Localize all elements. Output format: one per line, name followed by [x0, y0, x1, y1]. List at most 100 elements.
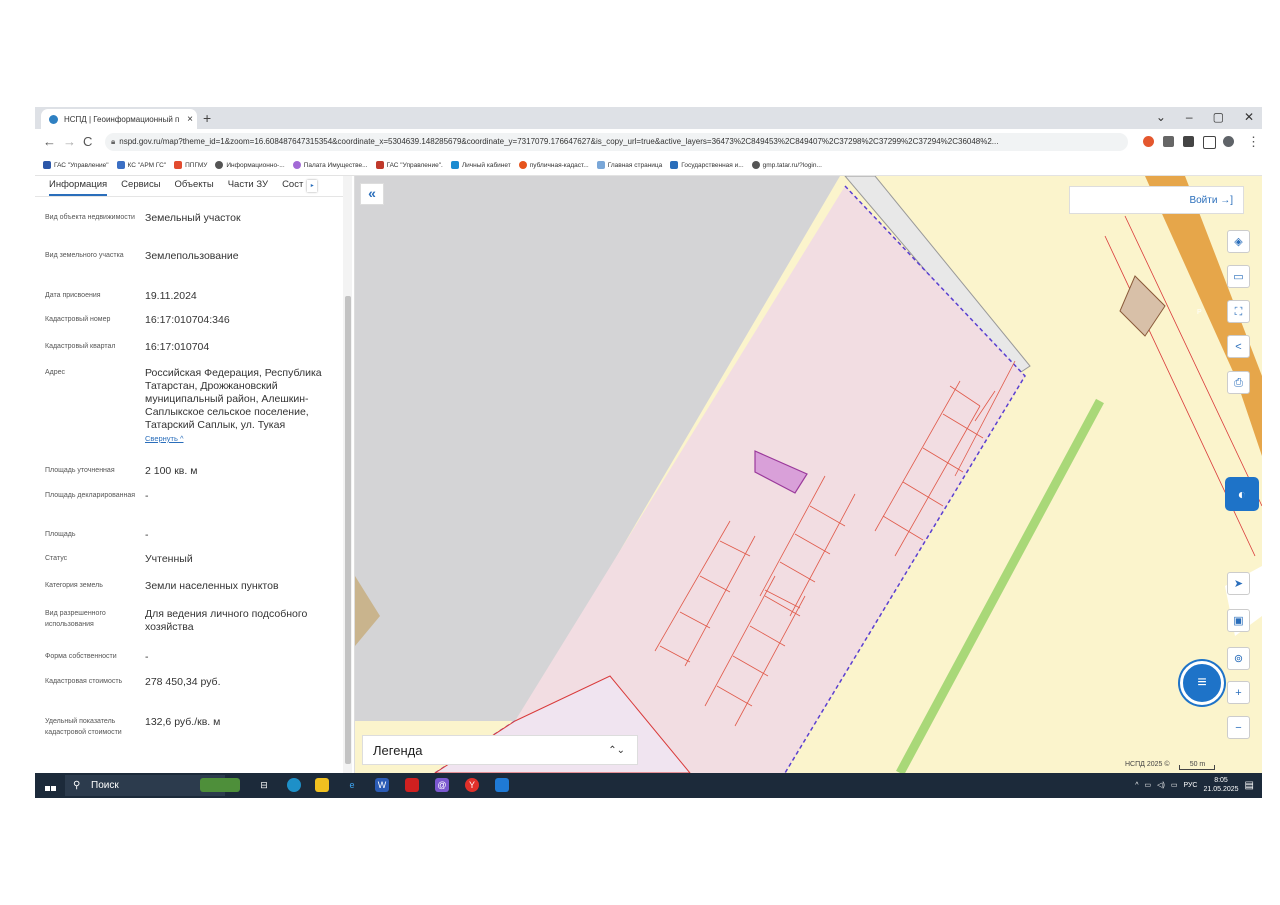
tab-parts[interactable]: Части ЗУ [228, 176, 268, 196]
tabs-scroll-right-icon[interactable]: ▸ [307, 180, 318, 192]
bookmark-icon [450, 161, 459, 169]
bookmark[interactable]: gmp.tatar.ru/?login... [751, 161, 822, 169]
bookmark[interactable]: Главная страница [596, 161, 662, 169]
bookmark[interactable]: Личный кабинет [450, 161, 511, 169]
tab-composition[interactable]: Сост [282, 176, 303, 196]
bookmark[interactable]: ППГМУ [174, 161, 207, 169]
back-icon[interactable]: ← [43, 134, 56, 149]
tab-title: НСПД | Геоинформационный п [64, 114, 180, 124]
forward-icon[interactable]: → [63, 134, 76, 149]
nspd-logo-icon[interactable]: ◐ [1225, 477, 1259, 511]
maximize-button[interactable]: ▢ [1213, 110, 1224, 124]
bookmark[interactable]: публичная-кадаст... [518, 161, 589, 169]
bookmark[interactable]: ГАС "Управление" [43, 161, 109, 169]
zoom-in-button[interactable]: + [1227, 681, 1250, 704]
screen: НСПД | Геоинформационный п × + ⌄ – ▢ ✕ ←… [35, 107, 1262, 798]
field-row: Кадастровый номер 16:17:010704:346 [45, 314, 230, 326]
chat-icon[interactable]: ≡ [1180, 661, 1224, 705]
bookmark-icon [116, 161, 125, 169]
window-controls: ⌄ – ▢ ✕ [1156, 110, 1254, 124]
weather-widget-icon[interactable] [200, 778, 240, 792]
lock-icon: 🔒︎ [111, 137, 116, 146]
search-location-icon[interactable]: ⊚ [1227, 647, 1250, 670]
field-row: Категория земель Земли населенных пунктов [45, 580, 279, 592]
menu-icon[interactable]: ⋮ [1247, 134, 1260, 150]
field-row: Вид объекта недвижимости Земельный участо… [45, 212, 241, 224]
tab-info[interactable]: Информация [49, 176, 108, 196]
new-tab-button[interactable]: + [203, 110, 211, 126]
notifications-icon[interactable]: ▤ [1245, 780, 1254, 791]
browser-tab[interactable]: НСПД | Геоинформационный п × [41, 109, 197, 129]
yandex-browser-icon[interactable]: Y [465, 778, 479, 792]
legend-label: Легенда [373, 743, 423, 758]
ruler-icon[interactable]: ▭ [1227, 265, 1250, 288]
close-window-button[interactable]: ✕ [1244, 110, 1254, 124]
bookmark[interactable]: Информационно-... [215, 161, 285, 169]
panel-scrollbar-thumb[interactable] [345, 296, 351, 764]
chevron-updown-icon: ⌃⌄ [608, 745, 625, 756]
bookmark-icon [596, 161, 605, 169]
bookmark-icon [292, 161, 301, 169]
edge-icon[interactable] [287, 778, 301, 792]
url-text: nspd.gov.ru/map?theme_id=1&zoom=16.60848… [119, 137, 999, 146]
zoom-out-button[interactable]: − [1227, 716, 1250, 739]
sidepanel-icon[interactable] [1203, 136, 1216, 149]
tab-services[interactable]: Сервисы [121, 176, 160, 196]
file-explorer-icon[interactable] [315, 778, 329, 792]
volume-icon[interactable]: ◁) [1157, 781, 1165, 789]
collapse-link[interactable]: Свернуть ^ [145, 434, 184, 443]
keyboard-icon[interactable]: ▭ [1171, 781, 1178, 789]
copyright-text: НСПД 2025 © [1125, 761, 1170, 768]
bookmark[interactable]: ГАС "Управление". [375, 161, 443, 169]
outlook-icon[interactable] [495, 778, 509, 792]
field-row: Удельный показатель кадастровой стоимост… [45, 716, 221, 736]
field-row: Площадь уточненная 2 100 кв. м [45, 465, 198, 477]
profile-icon[interactable] [1223, 136, 1234, 147]
login-button[interactable]: Войти →] [1069, 186, 1244, 214]
site-favicon-icon [49, 114, 58, 124]
legend-dropdown[interactable]: Легенда ⌃⌄ [362, 735, 638, 765]
clock[interactable]: 8:05 21.05.2025 [1204, 776, 1239, 794]
minimap-icon[interactable]: ▣ [1227, 609, 1250, 632]
acrobat-icon[interactable] [405, 778, 419, 792]
reload-icon[interactable]: C [83, 134, 92, 149]
field-row: Кадастровая стоимость 278 450,34 руб. [45, 676, 221, 688]
bookmark-icon [375, 161, 384, 169]
field-row: Площадь - [45, 529, 149, 541]
collapse-panel-button[interactable]: « [360, 183, 384, 205]
layers-icon[interactable]: ◈ [1227, 230, 1250, 253]
bookmark-icon [43, 161, 51, 169]
system-tray: ^ ▭ ◁) ▭ РУС 8:05 21.05.2025 ▤ [1135, 776, 1254, 794]
windows-start-icon[interactable] [45, 779, 57, 791]
tab-search-icon[interactable]: ⌄ [1156, 110, 1166, 124]
map-canvas[interactable]: Р [355, 176, 1262, 773]
url-bar[interactable]: 🔒︎ nspd.gov.ru/map?theme_id=1&zoom=16.608… [105, 133, 1128, 151]
field-row: Вид земельного участка Землепользование [45, 250, 239, 262]
extension-icon[interactable] [1163, 136, 1174, 147]
bookmark[interactable]: Государственная и... [670, 161, 744, 169]
bookmark[interactable]: Палата Имуществе... [292, 161, 368, 169]
select-area-icon[interactable]: ⛶ [1227, 300, 1250, 323]
task-view-icon[interactable]: ⊟ [257, 778, 271, 792]
taskbar-search-label: Поиск [91, 780, 119, 791]
bookmark-icon [751, 161, 760, 169]
field-row: Площадь декларированная - [45, 490, 149, 502]
extension-icon[interactable] [1143, 136, 1154, 147]
minimize-button[interactable]: – [1186, 110, 1193, 124]
bookmarks-bar: ГАС "Управление" КС "АРМ ГС" ППГМУ Инфор… [35, 155, 1262, 176]
puzzle-icon[interactable] [1183, 136, 1194, 147]
geolocation-icon[interactable]: ➤ [1227, 572, 1250, 595]
bookmark-icon [670, 161, 679, 169]
network-icon[interactable]: ▭ [1145, 781, 1152, 789]
language-indicator[interactable]: РУС [1183, 782, 1197, 789]
ie-icon[interactable]: e [345, 778, 359, 792]
print-icon[interactable]: ⎙ [1227, 371, 1250, 394]
word-icon[interactable]: W [375, 778, 389, 792]
app-icon[interactable]: @ [435, 778, 449, 792]
bookmark[interactable]: КС "АРМ ГС" [116, 161, 166, 169]
tray-chevron-icon[interactable]: ^ [1135, 782, 1138, 789]
road-label: Р [1197, 309, 1202, 316]
share-icon[interactable]: < [1227, 335, 1250, 358]
tab-close-icon[interactable]: × [183, 114, 197, 125]
tab-objects[interactable]: Объекты [175, 176, 214, 196]
